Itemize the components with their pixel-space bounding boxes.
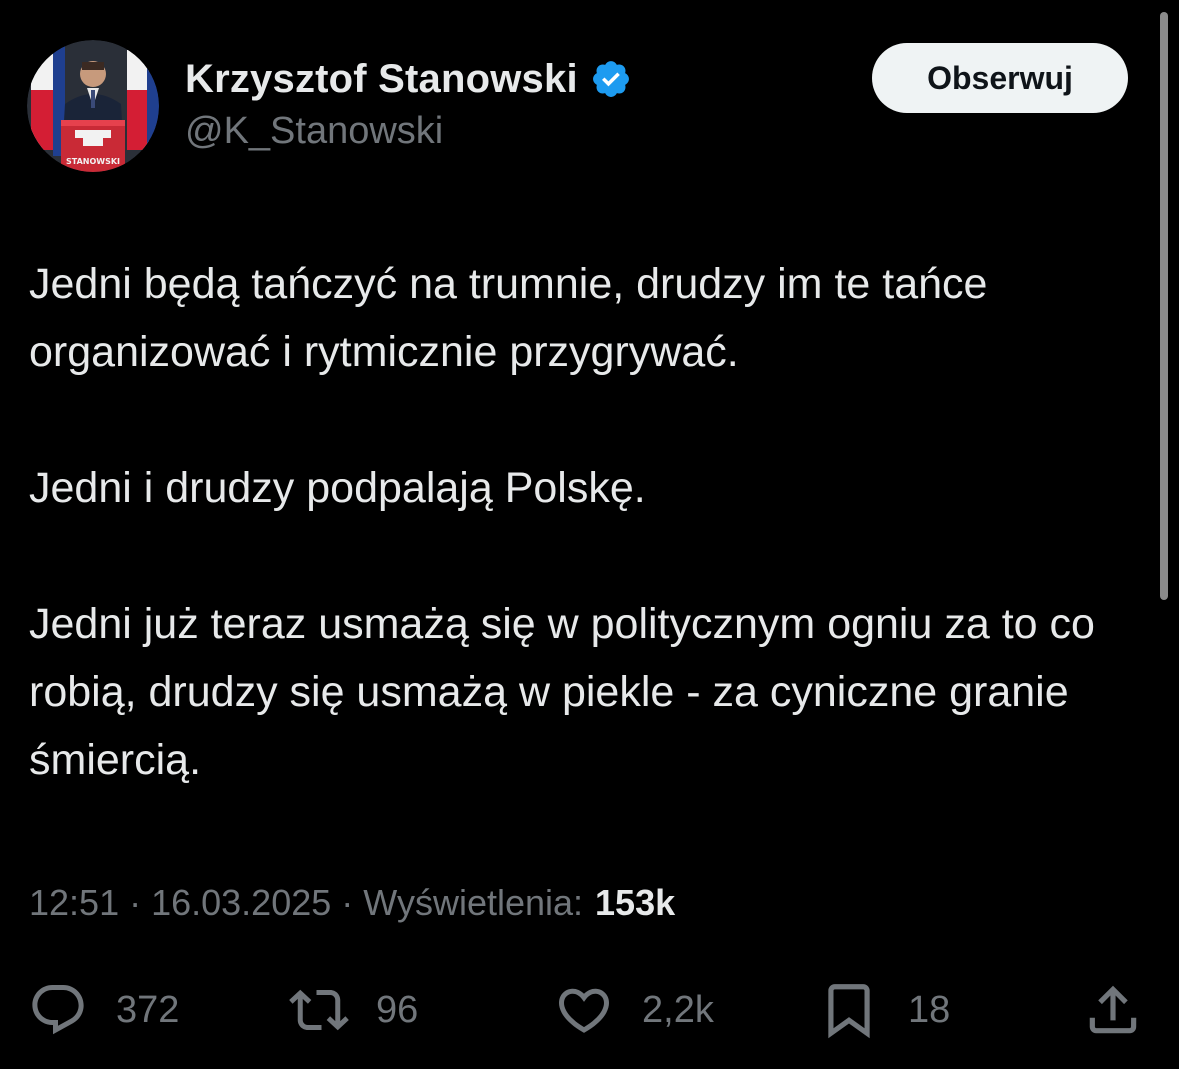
author-name-row[interactable]: Krzysztof Stanowski bbox=[185, 54, 632, 104]
bookmark-icon bbox=[828, 984, 870, 1039]
author-name[interactable]: Krzysztof Stanowski bbox=[185, 57, 578, 102]
tweet-date[interactable]: 16.03.2025 bbox=[151, 882, 331, 924]
author-handle[interactable]: @K_Stanowski bbox=[185, 110, 443, 153]
tweet-time[interactable]: 12:51 bbox=[29, 882, 119, 924]
share-icon bbox=[1089, 985, 1137, 1034]
tweet-meta: 12:51 · 16.03.2025 · Wyświetlenia: 153k bbox=[29, 882, 675, 924]
bookmark-count: 18 bbox=[908, 988, 951, 1031]
views-count: 153k bbox=[595, 882, 676, 923]
tweet-paragraph: Jedni już teraz usmażą się w politycznym… bbox=[29, 600, 1095, 784]
views-label: Wyświetlenia: bbox=[363, 882, 584, 923]
meta-separator: · bbox=[341, 882, 354, 923]
share-button[interactable] bbox=[1082, 975, 1144, 1045]
reply-icon bbox=[32, 985, 84, 1035]
follow-button[interactable]: Obserwuj bbox=[872, 43, 1128, 113]
reply-count: 372 bbox=[116, 988, 180, 1031]
avatar[interactable]: STANOWSKI bbox=[27, 40, 159, 172]
like-button[interactable]: 2,2k bbox=[554, 975, 714, 1045]
reply-button[interactable]: 372 bbox=[28, 975, 179, 1045]
tweet-paragraph: Jedni i drudzy podpalają Polskę. bbox=[29, 464, 646, 512]
meta-separator: · bbox=[129, 882, 142, 923]
like-count: 2,2k bbox=[642, 988, 714, 1031]
scrollbar[interactable] bbox=[1160, 12, 1168, 600]
tweet: STANOWSKI Krzysztof Stanowski @K_Stanows… bbox=[0, 0, 1179, 1069]
verified-badge-icon bbox=[590, 58, 632, 100]
avatar-image: STANOWSKI bbox=[27, 40, 159, 172]
tweet-paragraph: Jedni będą tańczyć na trumnie, drudzy im… bbox=[29, 260, 988, 376]
heart-icon bbox=[558, 988, 610, 1033]
tweet-text: Jedni będą tańczyć na trumnie, drudzy im… bbox=[29, 250, 1159, 794]
repost-button[interactable]: 96 bbox=[286, 975, 418, 1045]
action-bar: 372 96 2,2k 18 bbox=[0, 975, 1179, 1045]
avatar-podium-text: STANOWSKI bbox=[66, 157, 120, 166]
repost-count: 96 bbox=[376, 988, 419, 1031]
bookmark-button[interactable]: 18 bbox=[818, 975, 950, 1045]
repost-icon bbox=[289, 989, 349, 1031]
